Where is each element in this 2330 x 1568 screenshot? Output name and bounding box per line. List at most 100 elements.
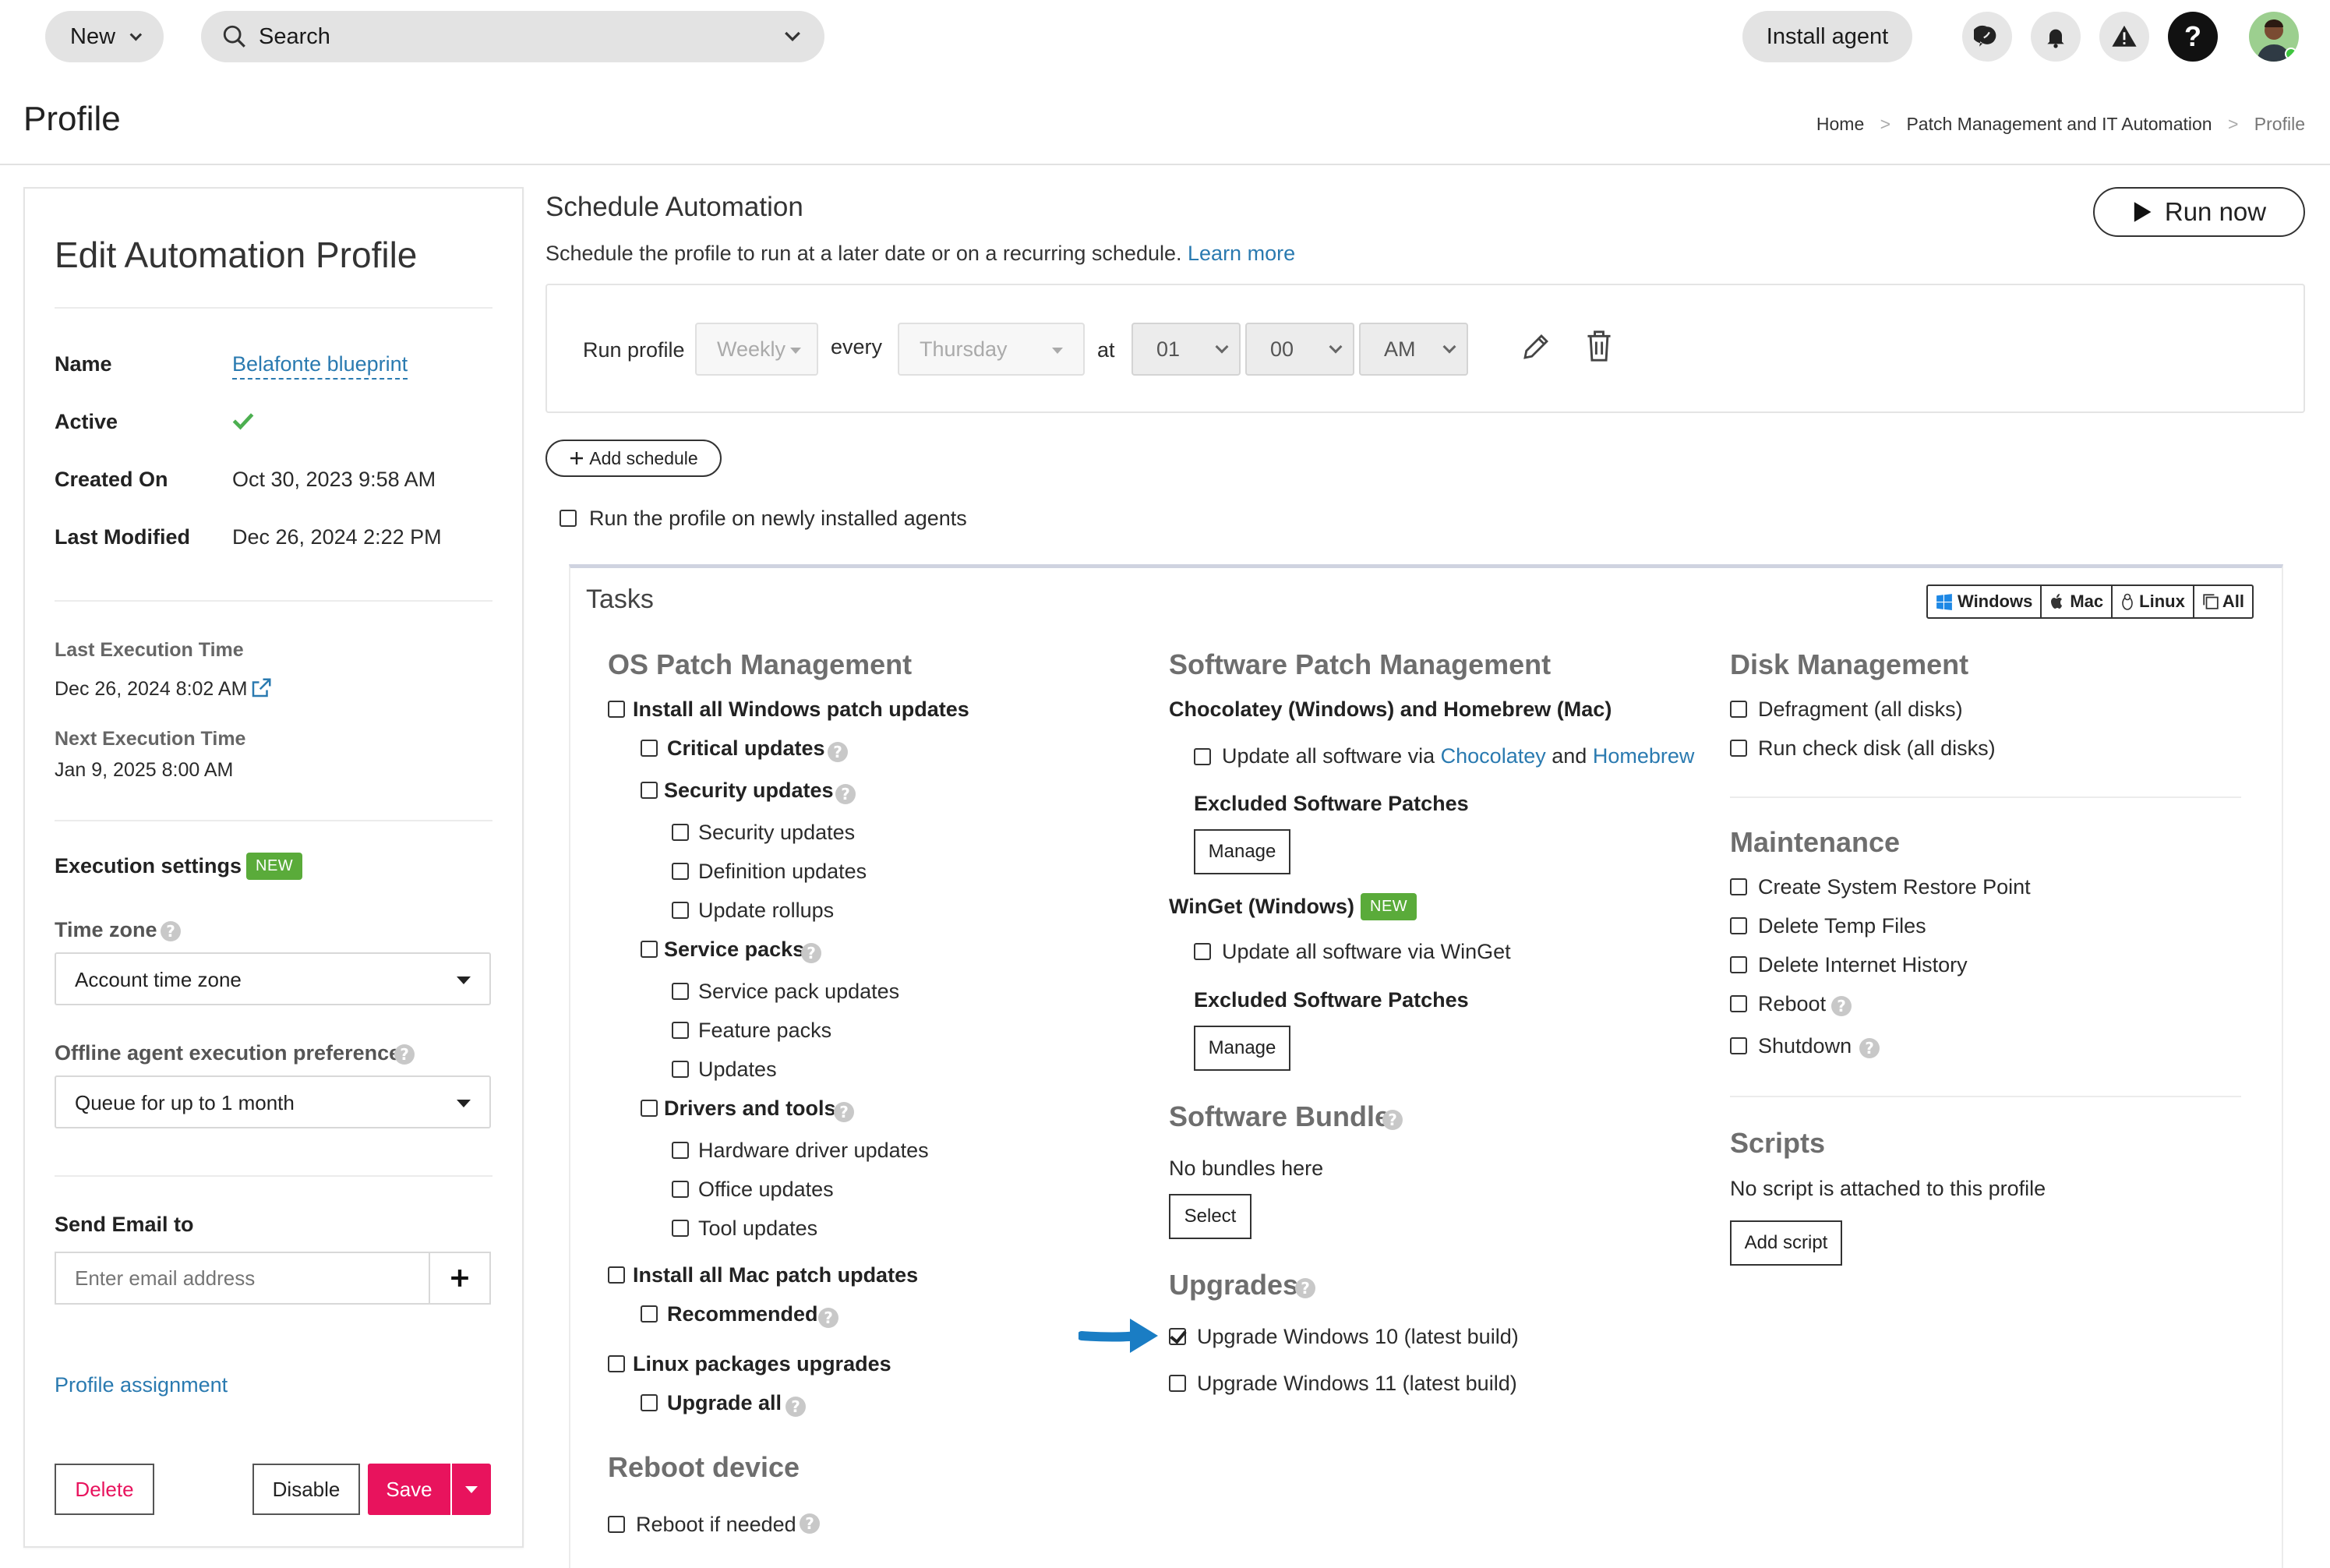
save-button[interactable]: Save [368,1464,450,1515]
breadcrumb-home[interactable]: Home [1816,114,1864,134]
disable-button[interactable]: Disable [252,1464,360,1515]
filter-windows[interactable]: Windows [1928,586,2042,617]
help-icon[interactable]: ? [161,921,181,941]
save-options-button[interactable] [452,1464,491,1515]
feature-packs-checkbox[interactable] [672,1022,689,1039]
definition-item-checkbox[interactable] [672,863,689,880]
reboot-if-needed-checkbox[interactable] [608,1516,625,1533]
security-item-checkbox[interactable] [672,824,689,841]
choco-heading: Chocolatey (Windows) and Homebrew (Mac) [1169,697,1612,721]
select-bundle-button[interactable]: Select [1169,1194,1251,1239]
add-schedule-button[interactable]: Add schedule [545,440,722,477]
filter-windows-label: Windows [1958,592,2033,611]
help-icon[interactable]: ? [828,742,848,762]
trash-icon[interactable] [1583,329,1615,363]
manage-button[interactable]: Manage [1194,829,1290,874]
help-icon[interactable]: ? [1859,1038,1880,1058]
newly-installed-checkbox[interactable] [560,510,577,527]
frequency-select[interactable]: Weekly [695,323,818,376]
hour-select[interactable]: 01 [1131,323,1241,376]
profile-name-link[interactable]: Belafonte blueprint [232,352,408,380]
delete-history-label: Delete Internet History [1758,953,1968,976]
ampm-select[interactable]: AM [1359,323,1468,376]
breadcrumb: Home > Patch Management and IT Automatio… [1816,114,2305,134]
at-label: at [1097,338,1115,362]
help-icon[interactable]: ? [2168,12,2218,62]
install-mac-checkbox[interactable] [608,1266,625,1284]
delete-history-checkbox[interactable] [1730,956,1747,973]
new-button[interactable]: New [45,11,164,62]
delete-button[interactable]: Delete [55,1464,154,1515]
help-icon[interactable]: ? [394,1044,415,1065]
help-icon[interactable]: ? [1295,1278,1315,1298]
breadcrumb-patch-management[interactable]: Patch Management and IT Automation [1906,114,2212,134]
filter-all[interactable]: All [2194,586,2252,617]
upgrade-win11-checkbox[interactable] [1169,1375,1186,1392]
winget-update-checkbox[interactable] [1194,943,1211,960]
software-bundle-heading: Software Bundle [1169,1100,1391,1132]
minute-select[interactable]: 00 [1245,323,1354,376]
add-email-button[interactable] [429,1252,491,1305]
help-icon[interactable]: ? [801,943,821,963]
profile-assignment-link[interactable]: Profile assignment [55,1373,228,1397]
email-input[interactable] [55,1252,430,1305]
manage-button[interactable]: Manage [1194,1026,1290,1071]
upgrade-win10-checkbox[interactable] [1169,1328,1186,1345]
filter-mac[interactable]: Mac [2042,586,2113,617]
alert-icon[interactable] [2099,12,2149,62]
service-packs-checkbox[interactable] [641,941,658,958]
recommended-checkbox[interactable] [641,1305,658,1323]
chevron-down-icon[interactable] [781,25,804,48]
pencil-icon[interactable] [1520,330,1552,363]
timezone-select[interactable]: Account time zone [55,952,491,1005]
upgrade-all-checkbox[interactable] [641,1394,658,1411]
linux-icon [2122,593,2133,610]
check-disk-checkbox[interactable] [1730,740,1747,757]
check-icon [232,413,254,430]
reboot-checkbox[interactable] [1730,995,1747,1012]
restore-point-checkbox[interactable] [1730,878,1747,895]
help-icon[interactable]: ? [818,1308,838,1328]
excluded-patches-label: Excluded Software Patches [1194,792,1469,815]
install-agent-button[interactable]: Install agent [1742,11,1912,62]
help-icon[interactable]: ? [834,1102,854,1122]
chat-icon[interactable] [1962,12,2012,62]
filter-linux[interactable]: Linux [2113,586,2194,617]
delete-temp-checkbox[interactable] [1730,917,1747,934]
service-pack-item-checkbox[interactable] [672,983,689,1000]
help-icon[interactable]: ? [800,1513,820,1534]
shutdown-checkbox[interactable] [1730,1037,1747,1054]
rollups-item-checkbox[interactable] [672,902,689,919]
drivers-label: Drivers and tools [664,1097,836,1120]
run-now-button[interactable]: Run now [2093,187,2305,237]
choco-update-checkbox[interactable] [1194,748,1211,765]
security-checkbox[interactable] [641,782,658,799]
hardware-driver-checkbox[interactable] [672,1142,689,1159]
defragment-checkbox[interactable] [1730,701,1747,718]
install-windows-checkbox[interactable] [608,701,625,718]
help-icon[interactable]: ? [1831,996,1852,1016]
homebrew-link[interactable]: Homebrew [1593,744,1695,768]
day-select[interactable]: Thursday [898,323,1085,376]
critical-checkbox[interactable] [641,740,658,757]
feature-packs-label: Feature packs [698,1019,832,1042]
avatar[interactable] [2249,12,2299,62]
add-script-button[interactable]: Add script [1730,1220,1842,1266]
external-link-icon[interactable] [249,676,273,700]
help-icon[interactable]: ? [835,784,856,804]
offline-pref-select[interactable]: Queue for up to 1 month [55,1075,491,1128]
chocolatey-link[interactable]: Chocolatey [1441,744,1546,768]
drivers-checkbox[interactable] [641,1100,658,1117]
upgrade-all-label: Upgrade all [667,1391,782,1414]
bell-icon[interactable] [2031,12,2081,62]
help-icon[interactable]: ? [785,1397,806,1417]
created-label: Created On [55,468,168,491]
help-icon[interactable]: ? [1382,1110,1403,1130]
learn-more-link[interactable]: Learn more [1188,242,1295,265]
search-bar[interactable]: Search [201,11,824,62]
linux-checkbox[interactable] [608,1355,625,1372]
tool-updates-checkbox[interactable] [672,1220,689,1237]
updates-item-checkbox[interactable] [672,1061,689,1078]
windows-icon [1936,594,1952,610]
office-updates-checkbox[interactable] [672,1181,689,1198]
